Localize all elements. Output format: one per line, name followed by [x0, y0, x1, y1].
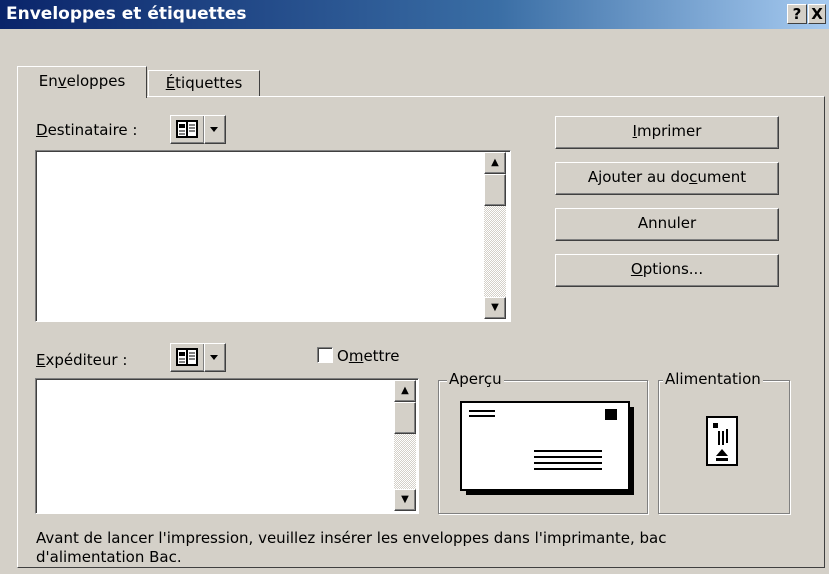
address-book-icon — [176, 120, 198, 138]
preview-label: Aperçu — [447, 370, 504, 388]
envelope-preview-icon[interactable] — [457, 399, 637, 499]
omit-checkbox[interactable] — [317, 347, 333, 363]
envelope-feed-icon[interactable] — [705, 415, 741, 469]
dropdown-arrow-icon — [210, 127, 218, 132]
feed-group[interactable]: Alimentation — [658, 370, 790, 514]
recipient-label: Destinataire : — [36, 121, 138, 139]
sender-textarea[interactable] — [35, 378, 419, 514]
tab-enveloppes[interactable]: Enveloppes — [17, 66, 147, 98]
sender-dropdown-button[interactable] — [204, 343, 226, 372]
window-title: Enveloppes et étiquettes — [6, 4, 247, 24]
recipient-textarea[interactable] — [35, 150, 511, 322]
sender-scrollbar[interactable]: ▲ ▼ — [394, 380, 416, 511]
scroll-thumb[interactable] — [394, 402, 416, 434]
omit-label[interactable]: Omettre — [337, 347, 400, 365]
tab-etiquettes[interactable]: Étiquettes — [148, 70, 260, 97]
feed-label: Alimentation — [663, 370, 763, 388]
options-button[interactable]: Options... — [555, 254, 779, 287]
close-button[interactable]: X — [808, 4, 826, 24]
sender-address-book-button[interactable] — [170, 343, 205, 372]
preview-group[interactable]: Aperçu — [438, 370, 648, 514]
status-line-2: d'alimentation Bac. — [36, 548, 182, 566]
recipient-address-book-button[interactable] — [170, 115, 205, 144]
sender-label: Expéditeur : — [36, 351, 128, 369]
dropdown-arrow-icon — [210, 355, 218, 360]
print-button[interactable]: Imprimer — [555, 116, 779, 149]
title-bar: Enveloppes et étiquettes ? X — [0, 0, 829, 29]
recipient-dropdown-button[interactable] — [204, 115, 226, 144]
scroll-down-icon[interactable]: ▼ — [484, 297, 506, 319]
add-to-document-button[interactable]: Ajouter au document — [555, 162, 779, 195]
status-line-1: Avant de lancer l'impression, veuillez i… — [36, 529, 667, 547]
scroll-down-icon[interactable]: ▼ — [394, 489, 416, 511]
recipient-scrollbar[interactable]: ▲ ▼ — [484, 152, 506, 319]
scroll-up-icon[interactable]: ▲ — [484, 152, 506, 174]
scroll-up-icon[interactable]: ▲ — [394, 380, 416, 402]
scroll-thumb[interactable] — [484, 174, 506, 206]
address-book-icon — [176, 348, 198, 366]
tab-enveloppes-label: Enveloppes — [38, 72, 126, 90]
help-button[interactable]: ? — [787, 4, 807, 24]
status-message: Avant de lancer l'impression, veuillez i… — [36, 529, 666, 567]
cancel-button[interactable]: Annuler — [555, 208, 779, 241]
tab-etiquettes-label: Étiquettes — [165, 74, 243, 92]
